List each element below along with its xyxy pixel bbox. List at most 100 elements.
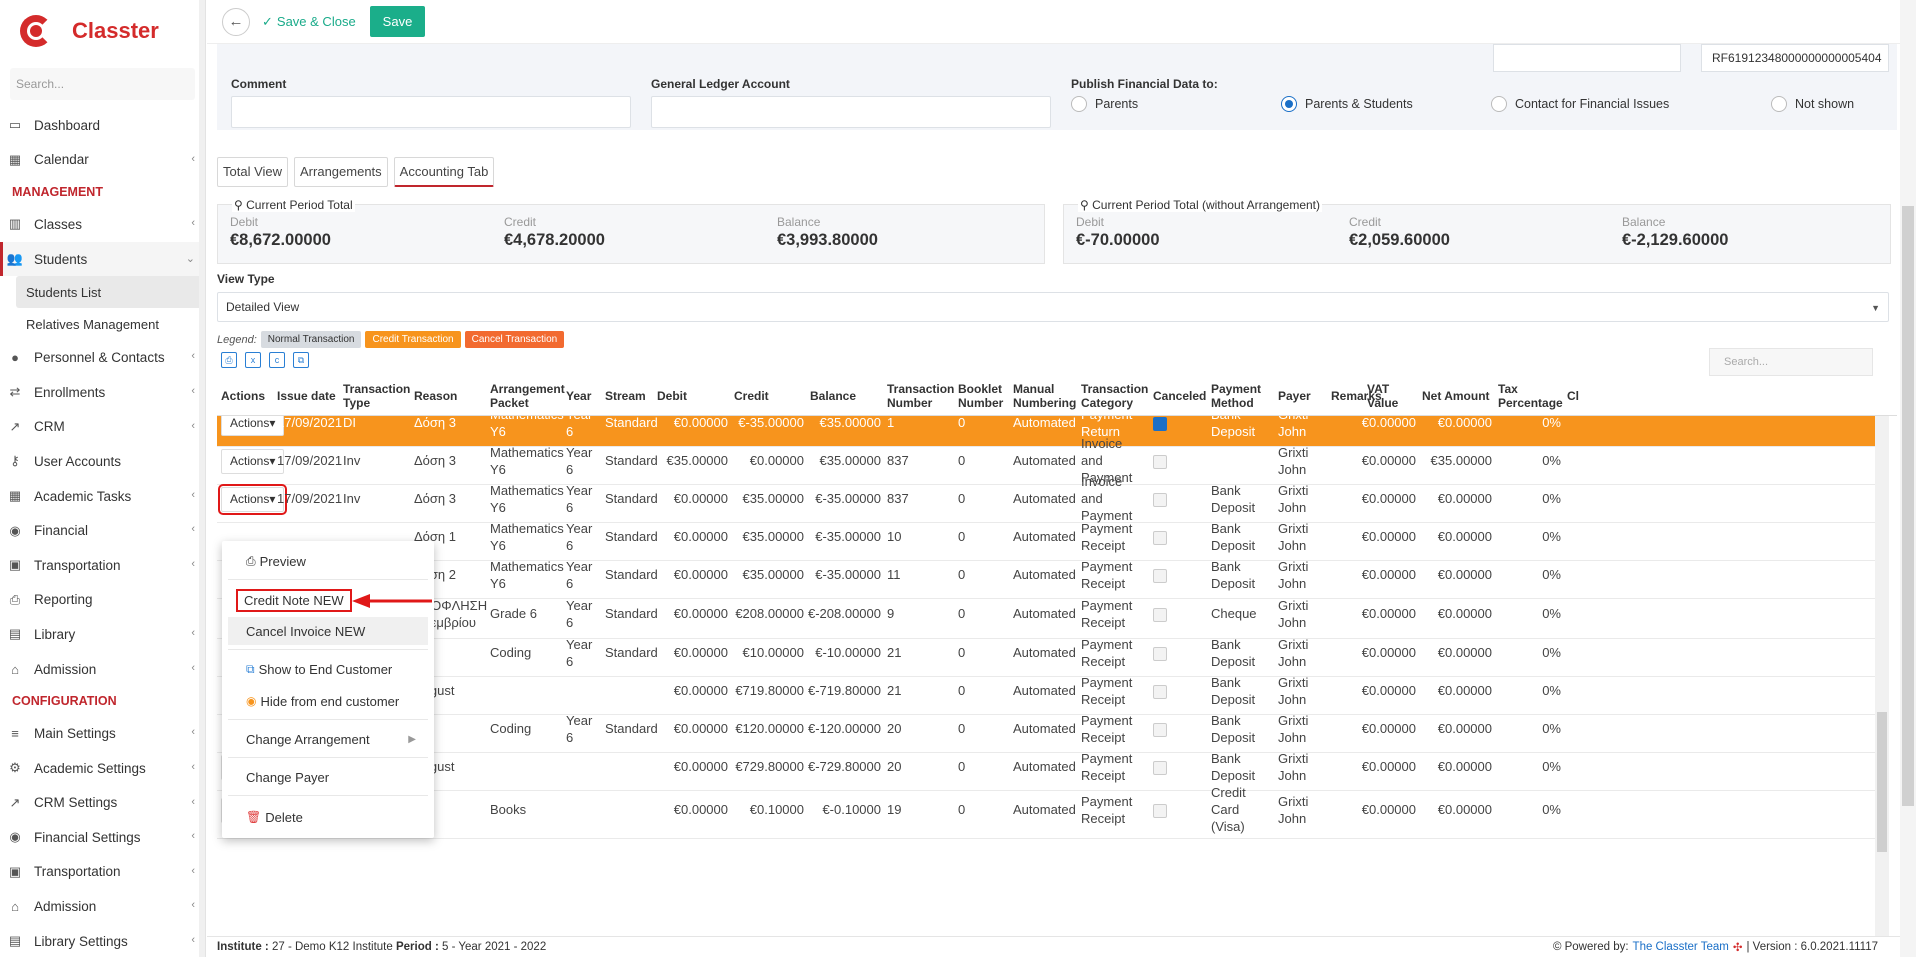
- canceled-checkbox[interactable]: [1153, 646, 1167, 661]
- sidebar-item-crm-settings[interactable]: ↗ CRM Settings ‹: [0, 786, 205, 821]
- sidebar-item-enrollments[interactable]: ⇄ Enrollments ‹: [0, 375, 205, 410]
- column-header[interactable]: Tax Percentage: [1498, 378, 1563, 416]
- sidebar-item-user-accounts[interactable]: ⚷ User Accounts: [0, 444, 205, 479]
- copy-icon[interactable]: ⧉: [293, 352, 309, 368]
- sidebar-item-transportation-settings[interactable]: ▣ Transportation ‹: [0, 855, 205, 890]
- column-header[interactable]: Cl: [1567, 378, 1579, 416]
- print-icon[interactable]: ⎙: [221, 352, 237, 368]
- canceled-checkbox[interactable]: [1153, 607, 1167, 622]
- sidebar-item-personnel[interactable]: ● Personnel & Contacts ‹: [0, 340, 205, 375]
- sidebar-item-admission[interactable]: ⌂ Admission ‹: [0, 652, 205, 687]
- column-header[interactable]: Payment Method: [1211, 378, 1272, 416]
- canceled-checkbox[interactable]: [1153, 492, 1167, 507]
- sidebar-item-calendar[interactable]: ▦ Calendar ‹: [0, 143, 205, 178]
- column-header[interactable]: Stream: [605, 378, 651, 416]
- canceled-checkbox[interactable]: [1153, 803, 1167, 818]
- column-header[interactable]: Debit: [657, 378, 728, 416]
- column-header[interactable]: Issue date: [277, 378, 337, 416]
- canceled-checkbox[interactable]: [1153, 454, 1167, 469]
- sidebar-item-reporting[interactable]: ⎙ Reporting: [0, 583, 205, 618]
- column-header[interactable]: Transaction Number: [887, 378, 954, 416]
- classter-team-link[interactable]: The Classter Team: [1633, 941, 1729, 953]
- tab-total-view[interactable]: Total View: [217, 157, 289, 187]
- column-header[interactable]: Credit: [734, 378, 804, 416]
- canceled-checkbox[interactable]: [1153, 760, 1167, 775]
- sidebar-item-academic-settings[interactable]: ⚙ Academic Settings ‹: [0, 751, 205, 786]
- column-header[interactable]: Actions: [221, 378, 271, 416]
- column-header[interactable]: VAT Value: [1367, 378, 1416, 416]
- column-header[interactable]: Transaction Type: [343, 378, 410, 416]
- column-header[interactable]: Canceled: [1153, 378, 1206, 416]
- sidebar-item-dashboard[interactable]: ▭ Dashboard: [0, 108, 205, 143]
- column-header[interactable]: Year: [566, 378, 599, 416]
- table-search-input[interactable]: Search...: [1709, 348, 1873, 376]
- sidebar-item-financial[interactable]: ◉ Financial ‹: [0, 513, 205, 548]
- sidebar-item-library[interactable]: ▤ Library ‹: [0, 617, 205, 652]
- page-scrollbar[interactable]: [1900, 0, 1916, 957]
- canceled-checkbox[interactable]: [1153, 722, 1167, 737]
- canceled-checkbox[interactable]: [1153, 568, 1167, 583]
- publish-option-not-shown[interactable]: Not shown: [1771, 96, 1854, 112]
- save-button[interactable]: Save: [369, 6, 426, 37]
- column-header[interactable]: Net Amount: [1422, 378, 1492, 416]
- column-header[interactable]: Arrangement Packet: [490, 378, 565, 416]
- scrollbar-thumb[interactable]: [1877, 712, 1887, 852]
- menu-item-cancel-invoice[interactable]: Cancel Invoice NEW: [228, 617, 428, 645]
- column-header[interactable]: Manual Numbering: [1013, 378, 1076, 416]
- canceled-checkbox[interactable]: [1153, 416, 1167, 431]
- sidebar-item-label: Classes: [34, 216, 83, 232]
- publish-option-parents-students[interactable]: Parents & Students: [1281, 96, 1413, 112]
- sidebar-item-students[interactable]: 👥 Students ⌄: [0, 241, 205, 277]
- menu-item-change-payer[interactable]: Change Payer: [228, 763, 428, 791]
- top-field-blank[interactable]: [1493, 44, 1681, 72]
- debit-cell: €0.00000: [673, 802, 728, 818]
- sidebar-scrollbar[interactable]: [199, 0, 205, 957]
- column-header[interactable]: Reason: [414, 378, 484, 416]
- sidebar-item-financial-settings[interactable]: ◉ Financial Settings ‹: [0, 820, 205, 855]
- menu-item-delete[interactable]: 🗑 Delete: [228, 803, 428, 831]
- sidebar-item-crm[interactable]: ↗ CRM ‹: [0, 410, 205, 445]
- chevron-left-icon: ‹: [191, 217, 195, 230]
- classter-logo-icon: [16, 11, 56, 51]
- column-header[interactable]: Transaction Category: [1081, 378, 1148, 416]
- menu-item-change-arrangement[interactable]: Change Arrangement ▶: [228, 725, 428, 753]
- actions-button[interactable]: Actions ▾: [221, 448, 285, 475]
- table-row[interactable]: Actions ▾30/06/2021CRiBooks€0.00000€0.10…: [217, 783, 1883, 839]
- actions-button[interactable]: Actions ▾: [221, 416, 285, 437]
- sidebar-subitem-students-list[interactable]: Students List: [16, 276, 205, 309]
- menu-item-hide-end-customer[interactable]: ◉ Hide from end customer: [228, 687, 428, 715]
- column-header[interactable]: Remarks: [1331, 378, 1382, 416]
- menu-item-show-end-customer[interactable]: ⧉ Show to End Customer: [228, 655, 428, 683]
- sidebar-item-transportation[interactable]: ▣ Transportation ‹: [0, 548, 205, 583]
- sidebar-search-input[interactable]: Search...: [10, 68, 195, 100]
- radio-icon: [1071, 96, 1087, 112]
- csv-icon[interactable]: c: [269, 352, 285, 368]
- save-close-button[interactable]: ✓ Save & Close: [262, 14, 356, 30]
- sidebar-item-classes[interactable]: ▥ Classes ‹: [0, 207, 205, 242]
- tab-accounting[interactable]: Accounting Tab: [393, 157, 495, 187]
- gl-account-input[interactable]: [651, 96, 1051, 128]
- brand[interactable]: Classter: [0, 0, 205, 62]
- sidebar-item-academic-tasks[interactable]: ▦ Academic Tasks ‹: [0, 479, 205, 514]
- rf-code-field[interactable]: RF61912348000000000005404: [1701, 44, 1889, 72]
- comment-input[interactable]: [231, 96, 631, 128]
- sidebar-item-main-settings[interactable]: ≡ Main Settings ‹: [0, 716, 205, 751]
- table-scrollbar[interactable]: [1875, 416, 1889, 936]
- menu-item-preview[interactable]: ⎙ Preview: [228, 547, 428, 575]
- scrollbar-thumb[interactable]: [1902, 206, 1914, 806]
- canceled-checkbox[interactable]: [1153, 684, 1167, 699]
- sidebar-item-admission-settings[interactable]: ⌂ Admission ‹: [0, 889, 205, 924]
- publish-option-contact-financial[interactable]: Contact for Financial Issues: [1491, 96, 1669, 112]
- view-type-select[interactable]: Detailed View ▼: [217, 292, 1889, 322]
- sidebar-subitem-relatives[interactable]: Relatives Management: [0, 308, 205, 340]
- column-header[interactable]: Payer: [1278, 378, 1325, 416]
- sidebar-item-library-settings[interactable]: ▤ Library Settings ‹: [0, 924, 205, 957]
- excel-icon[interactable]: x: [245, 352, 261, 368]
- canceled-checkbox[interactable]: [1153, 530, 1167, 545]
- back-button[interactable]: ←: [222, 7, 250, 36]
- column-header[interactable]: Booklet Number: [958, 378, 1007, 416]
- publish-option-parents[interactable]: Parents: [1071, 96, 1138, 112]
- actions-button[interactable]: Actions ▾: [217, 483, 288, 516]
- tab-arrangements[interactable]: Arrangements: [294, 157, 388, 187]
- column-header[interactable]: Balance: [810, 378, 881, 416]
